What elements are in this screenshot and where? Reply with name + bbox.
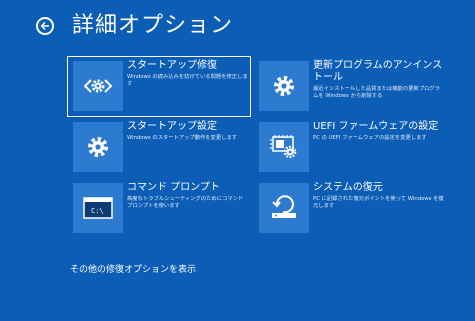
option-title: スタートアップ修復 xyxy=(127,60,217,71)
option-startup-settings-texts: スタートアップ設定 Windows のスタートアップ動作を変更します xyxy=(127,121,250,142)
option-uninstall-updates-texts: 更新プログラムのアンインストール 最近インストールした品質または機能の更新プログ… xyxy=(313,60,445,100)
code-brackets-gear-icon xyxy=(83,79,113,93)
option-startup-settings-tile xyxy=(73,122,123,172)
option-uninstall-updates-tile xyxy=(259,61,309,111)
option-description: Windows のスタートアップ動作を変更します xyxy=(127,135,238,141)
option-command-prompt[interactable]: C:\ コマンド プロンプト 高度なトラブルシューティングのためにコマンド プロ… xyxy=(68,179,250,238)
option-command-prompt-texts: コマンド プロンプト 高度なトラブルシューティングのためにコマンド プロンプトを… xyxy=(127,182,250,210)
option-uefi-firmware[interactable]: UEFI ファームウェアの設定 PC の UEFI ファームウェアの設定を変更し… xyxy=(255,118,445,177)
option-title: UEFI ファームウェアの設定 xyxy=(313,121,439,132)
gear-icon xyxy=(88,137,108,157)
option-description: 高度なトラブルシューティングのためにコマンド プロンプトを使います xyxy=(127,196,244,209)
gear-icon xyxy=(274,76,294,96)
option-startup-settings[interactable]: スタートアップ設定 Windows のスタートアップ動作を変更します xyxy=(68,118,250,177)
option-description: PC の UEFI ファームウェアの設定を変更します xyxy=(313,135,427,141)
command-prompt-icon-text: C:\ xyxy=(91,207,104,215)
option-uefi-firmware-texts: UEFI ファームウェアの設定 PC の UEFI ファームウェアの設定を変更し… xyxy=(313,121,445,142)
header: 詳細オプション xyxy=(36,10,233,42)
more-repair-options-link[interactable]: その他の修復オプションを表示 xyxy=(70,264,196,276)
option-title: コマンド プロンプト xyxy=(127,182,220,193)
page-title: 詳細オプション xyxy=(72,13,234,38)
command-prompt-icon: C:\ xyxy=(83,197,113,219)
option-title: 更新プログラムのアンインストール xyxy=(313,60,443,83)
option-uefi-firmware-tile xyxy=(259,122,309,172)
option-system-restore-texts: システムの復元 PC に記録された復元ポイントを使って Windows を復元し… xyxy=(313,182,445,210)
system-restore-icon xyxy=(272,195,296,218)
option-startup-repair-tile xyxy=(73,61,123,111)
option-description: PC に記録された復元ポイントを使って Windows を復元します xyxy=(313,196,444,209)
firmware-chip-icon xyxy=(270,135,297,159)
option-command-prompt-tile: C:\ xyxy=(73,183,123,233)
option-description: 最近インストールした品質または機能の更新プログラムを Windows から削除す… xyxy=(313,86,441,99)
option-description: Windows の読み込みを妨げている問題を修正します xyxy=(127,74,248,87)
option-system-restore[interactable]: システムの復元 PC に記録された復元ポイントを使って Windows を復元し… xyxy=(255,179,445,238)
option-uninstall-updates[interactable]: 更新プログラムのアンインストール 最近インストールした品質または機能の更新プログ… xyxy=(255,57,445,116)
option-startup-repair[interactable]: スタートアップ修復 Windows の読み込みを妨げている問題を修正します xyxy=(67,56,251,117)
option-title: スタートアップ設定 xyxy=(127,121,217,132)
option-system-restore-tile xyxy=(259,183,309,233)
option-startup-repair-texts: スタートアップ修復 Windows の読み込みを妨げている問題を修正します xyxy=(127,60,250,88)
option-title: システムの復元 xyxy=(313,182,383,193)
back-arrow-icon[interactable] xyxy=(36,17,54,35)
